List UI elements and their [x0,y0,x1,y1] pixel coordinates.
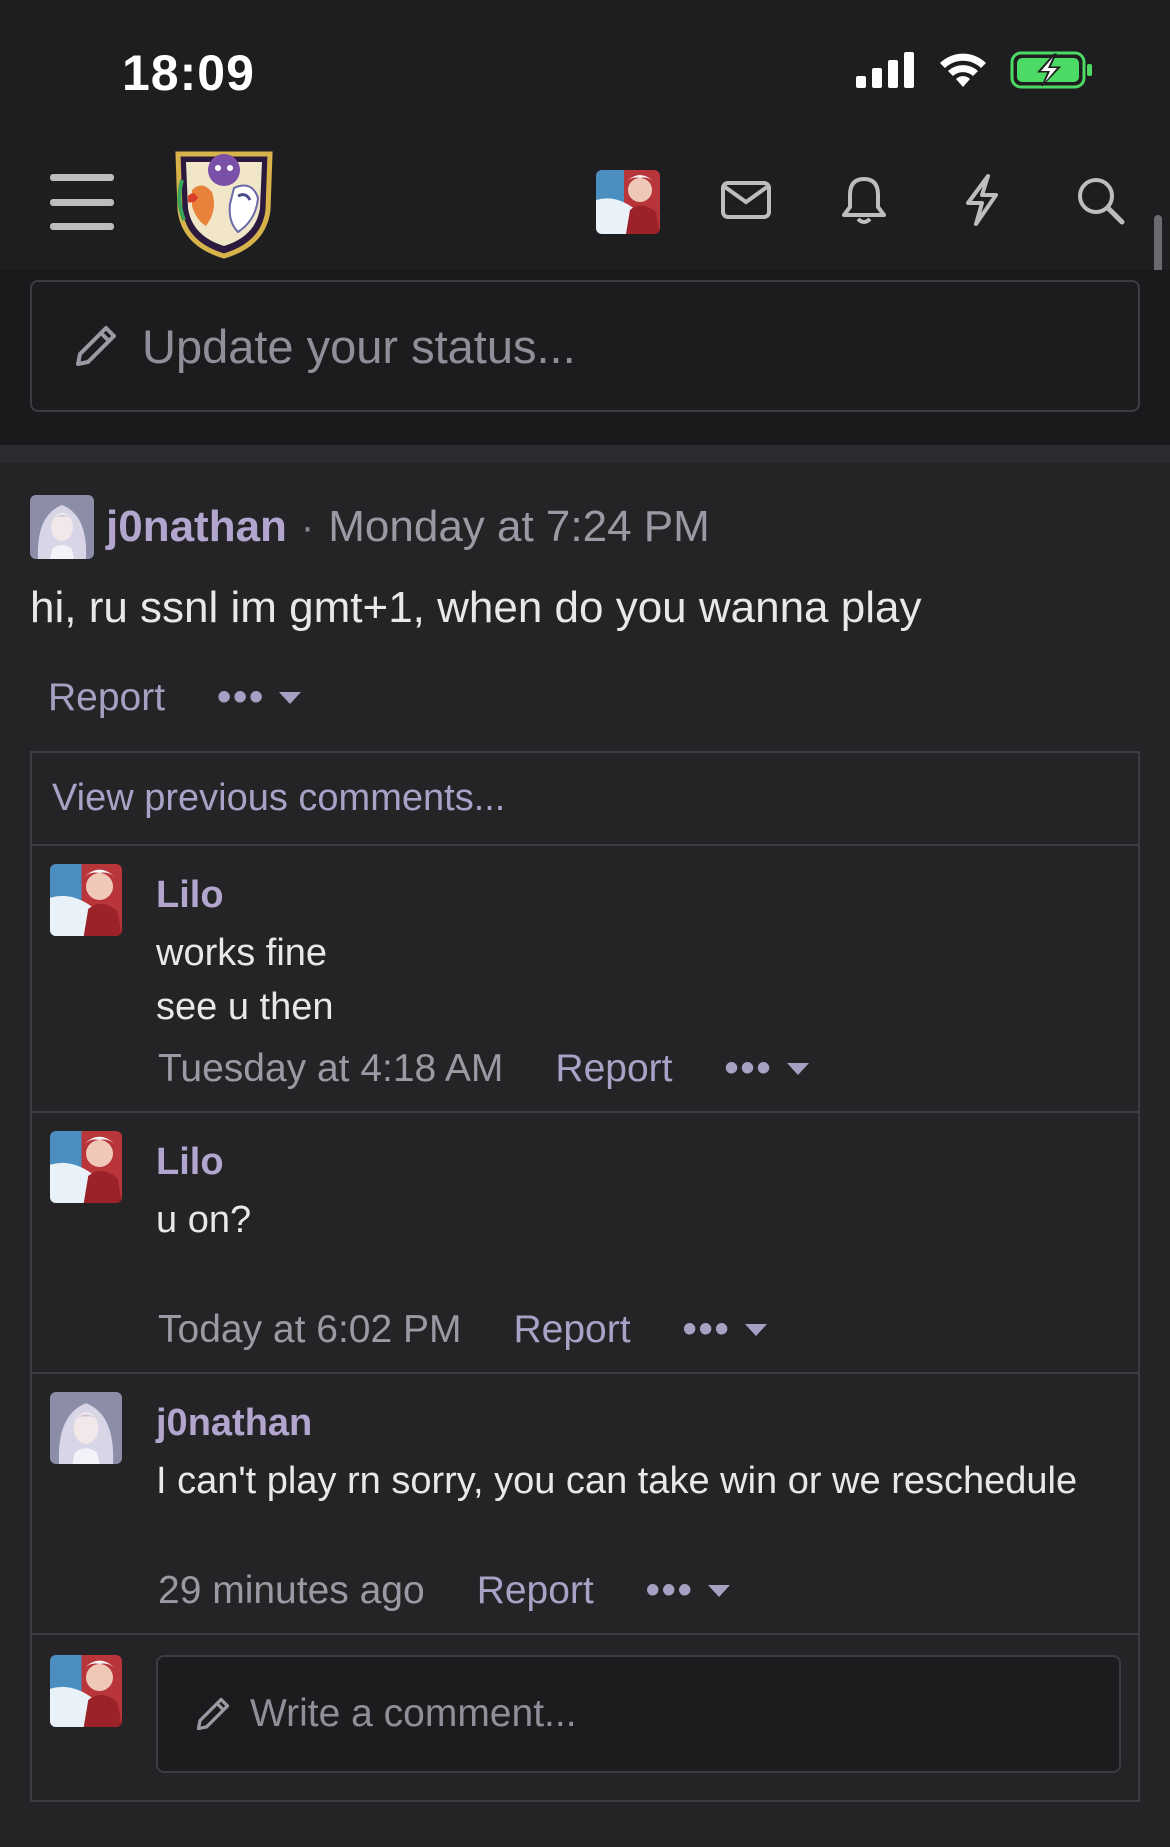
comment-meta: Today at 6:02 PM Report ••• [158,1307,767,1352]
caret-down-icon [744,1323,767,1336]
top-navigation [0,130,1170,270]
battery-charging-icon [1010,51,1092,89]
separator: · [300,504,315,549]
report-link[interactable]: Report [514,1308,631,1352]
status-icons [856,50,1094,90]
pencil-icon [196,1697,230,1731]
report-link[interactable]: Report [48,676,165,720]
more-options-button[interactable]: ••• [646,1568,730,1613]
report-link[interactable]: Report [477,1569,594,1613]
status-placeholder: Update your status... [142,319,576,373]
post-header: j0nathan · Monday at 7:24 PM [30,495,710,559]
more-options-button[interactable]: ••• [217,675,302,720]
menu-icon[interactable] [50,174,114,230]
wifi-icon [940,53,986,87]
post-time[interactable]: Monday at 7:24 PM [328,502,710,552]
comment-line: works fine [156,932,328,974]
view-previous-comments-link[interactable]: View previous comments... [32,753,1138,846]
more-dots-icon: ••• [682,1307,731,1351]
profile-post: j0nathan · Monday at 7:24 PM hi, ru ssnl… [0,463,1170,1847]
caret-down-icon [279,691,302,704]
avatar[interactable] [50,1392,122,1464]
report-link[interactable]: Report [555,1047,672,1091]
comment: j0nathan I can't play rn sorry, you can … [32,1374,1138,1635]
comment-line: I can't play rn sorry, you can take win … [156,1460,1078,1502]
caret-down-icon [707,1584,730,1597]
more-dots-icon: ••• [724,1046,773,1090]
comment-time[interactable]: 29 minutes ago [158,1569,425,1613]
more-options-button[interactable]: ••• [683,1307,767,1352]
status-bar: 18:09 [0,0,1170,130]
post-actions: Report ••• [48,675,302,720]
user-avatar[interactable] [596,170,660,234]
avatar[interactable] [30,495,94,559]
comment-meta: 29 minutes ago Report ••• [158,1568,730,1613]
signal-icon [856,52,914,88]
search-icon[interactable] [1070,170,1130,230]
avatar[interactable] [50,864,122,936]
comment: Lilo works fine see u then Tuesday at 4:… [32,846,1138,1113]
comment-author[interactable]: Lilo [156,874,224,917]
status-input[interactable]: Update your status... [30,280,1140,412]
pencil-icon [76,326,116,366]
comment-line: see u then [156,986,334,1028]
status-update-section: Update your status... [0,270,1170,445]
post-author[interactable]: j0nathan [106,502,287,552]
comment-author[interactable]: j0nathan [156,1402,312,1445]
more-dots-icon: ••• [645,1568,694,1612]
write-comment-row: Write a comment... [32,1635,1138,1800]
comment-placeholder: Write a comment... [250,1692,577,1735]
post-body: hi, ru ssnl im gmt+1, when do you wanna … [30,583,922,632]
mail-icon[interactable] [716,170,776,230]
avatar[interactable] [50,1655,122,1727]
more-options-button[interactable]: ••• [724,1046,809,1091]
comment-text: u on? [156,1193,251,1247]
clock: 18:09 [122,45,255,101]
comment-time[interactable]: Today at 6:02 PM [158,1308,462,1352]
comment-line: u on? [156,1199,252,1241]
caret-down-icon [786,1062,809,1075]
site-logo[interactable] [168,140,280,260]
comment-author[interactable]: Lilo [156,1141,224,1184]
comment-text: I can't play rn sorry, you can take win … [156,1454,1077,1508]
avatar[interactable] [50,1131,122,1203]
comment-time[interactable]: Tuesday at 4:18 AM [158,1047,503,1091]
comment-meta: Tuesday at 4:18 AM Report ••• [158,1046,809,1091]
section-divider [0,445,1170,463]
comments-list: View previous comments... Lilo works fin… [30,751,1140,1802]
lightning-icon[interactable] [952,170,1012,230]
comment-input[interactable]: Write a comment... [156,1655,1121,1773]
more-dots-icon: ••• [217,675,266,719]
comment-text: works fine see u then [156,926,333,1034]
comment: Lilo u on? Today at 6:02 PM Report ••• [32,1113,1138,1374]
bell-icon[interactable] [834,170,894,230]
